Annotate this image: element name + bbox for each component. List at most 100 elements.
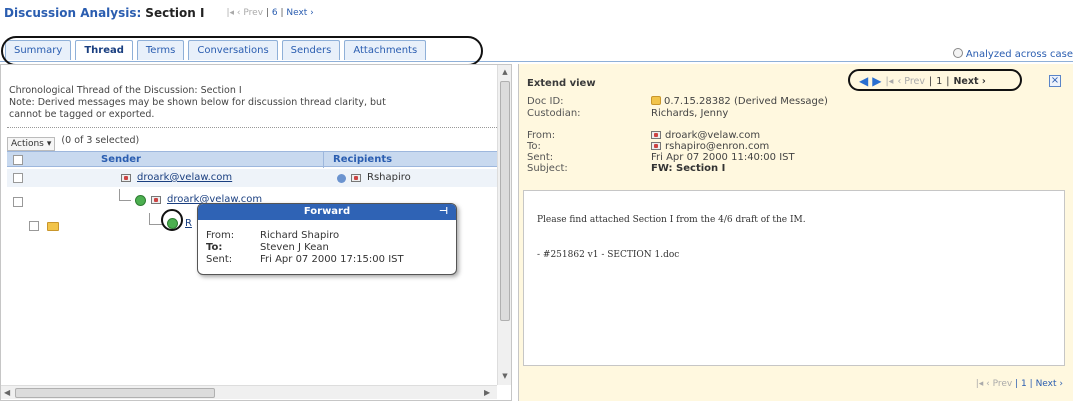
section-name: Section I: [145, 6, 205, 20]
vertical-scrollbar[interactable]: ▲ ▼: [497, 65, 511, 385]
table-row[interactable]: droark@velaw.com Rshapiro: [7, 169, 498, 187]
to-value: rshapiro@enron.com: [651, 141, 769, 152]
next-button[interactable]: Next ›: [953, 76, 985, 87]
attachment-line: - #251862 v1 - SECTION 1.doc: [537, 250, 680, 260]
first-page-button[interactable]: |◂: [226, 8, 234, 18]
pager-sep: |: [929, 75, 933, 87]
next-message-icon[interactable]: ▶: [872, 74, 881, 88]
prev-button[interactable]: ‹ Prev: [237, 8, 263, 18]
sent-value: Fri Apr 07 2000 17:15:00 IST: [260, 254, 404, 265]
analyzed-across-case-link[interactable]: Analyzed across case: [952, 48, 1073, 60]
email-icon: [651, 131, 661, 139]
scroll-thumb[interactable]: [15, 388, 215, 398]
pager-sep: |: [1029, 379, 1033, 389]
chevron-down-icon: ▾: [46, 139, 52, 149]
from-text: droark@velaw.com: [665, 130, 761, 141]
magnifier-icon: [952, 48, 963, 58]
horizontal-scrollbar[interactable]: ◀ ▶: [1, 385, 497, 399]
page-number: 1: [936, 75, 943, 87]
first-page-button[interactable]: |◂: [976, 379, 984, 389]
prev-button[interactable]: ‹ Prev: [986, 379, 1012, 389]
select-all-checkbox[interactable]: [13, 155, 23, 165]
from-label: From:: [206, 230, 235, 241]
document-icon: [651, 96, 661, 105]
tab-summary[interactable]: Summary: [5, 40, 72, 60]
next-button[interactable]: Next ›: [286, 8, 313, 18]
note-line: Note: Derived messages may be shown belo…: [9, 97, 386, 108]
to-text: rshapiro@enron.com: [665, 141, 770, 152]
panel-title: Extend view: [527, 78, 596, 89]
pin-icon[interactable]: ⊣: [439, 204, 448, 220]
subject-value: FW: Section I: [651, 163, 726, 174]
sent-label: Sent:: [527, 152, 554, 163]
bottom-pager: |◂ ‹ Prev | 1 | Next ›: [976, 379, 1063, 389]
folder-icon: [47, 222, 59, 231]
tooltip-header: Forward ⊣: [198, 204, 456, 220]
recipient-name: Rshapiro: [367, 172, 411, 183]
scroll-right-icon[interactable]: ▶: [484, 386, 490, 400]
scroll-up-icon[interactable]: ▲: [500, 67, 510, 77]
actions-bar: Actions ▾ (0 of 3 selected): [7, 134, 140, 151]
email-icon: [351, 174, 361, 182]
page-number: 6: [271, 8, 278, 18]
row-checkbox[interactable]: [13, 173, 23, 183]
to-label: To:: [206, 242, 223, 253]
grid-header: Sender Recipients: [7, 151, 498, 168]
thread-connector: [119, 189, 131, 201]
column-header-sender[interactable]: Sender: [101, 154, 141, 165]
tooltip-title: Forward: [303, 206, 351, 217]
email-icon: [121, 174, 131, 182]
from-label: From:: [527, 130, 556, 141]
scroll-thumb[interactable]: [500, 81, 510, 321]
selected-count: (0 of 3 selected): [61, 134, 140, 146]
docid-label: Doc ID:: [527, 96, 564, 107]
from-value: droark@velaw.com: [651, 130, 760, 141]
to-label: To:: [527, 141, 541, 152]
sender-link[interactable]: droark@velaw.com: [137, 172, 232, 183]
message-nav: ◀ ▶ |◂ ‹ Prev | 1 | Next ›: [859, 74, 986, 88]
body-line: Please find attached Section I from the …: [537, 215, 806, 225]
prev-button[interactable]: ‹ Prev: [897, 76, 925, 87]
subject-label: Subject:: [527, 163, 568, 174]
header-pager: |◂ ‹ Prev | 6 | Next ›: [226, 8, 313, 18]
row-checkbox[interactable]: [13, 197, 23, 207]
tab-bar: Summary Thread Terms Conversations Sende…: [5, 40, 427, 60]
to-value: Steven J Kean: [260, 242, 329, 253]
close-button[interactable]: ×: [1049, 75, 1061, 87]
docid-value: 0.7.15.28382 (Derived Message): [651, 96, 828, 107]
forward-icon: [135, 195, 146, 206]
tab-terms[interactable]: Terms: [136, 40, 185, 60]
first-page-button[interactable]: |◂: [885, 76, 893, 87]
tab-attachments[interactable]: Attachments: [344, 40, 427, 60]
custodian-label: Custodian:: [527, 108, 581, 119]
tab-conversations[interactable]: Conversations: [188, 40, 278, 60]
row-checkbox[interactable]: [29, 221, 39, 231]
column-header-recipients[interactable]: Recipients: [333, 154, 392, 165]
page-title: Discussion Analysis:: [4, 6, 142, 20]
note-line: Chronological Thread of the Discussion: …: [9, 85, 242, 96]
tab-thread[interactable]: Thread: [75, 40, 133, 60]
pager-sep: |: [946, 75, 950, 87]
column-divider: [323, 152, 324, 168]
docid-text: 0.7.15.28382 (Derived Message): [664, 96, 828, 107]
email-icon: [651, 142, 661, 150]
email-icon: [151, 196, 161, 204]
message-body: Please find attached Section I from the …: [523, 190, 1065, 366]
scroll-down-icon[interactable]: ▼: [500, 371, 510, 381]
sent-label: Sent:: [206, 254, 233, 265]
next-button[interactable]: Next ›: [1036, 379, 1063, 389]
actions-label: Actions: [11, 139, 44, 149]
extend-view-panel: Extend view ◀ ▶ |◂ ‹ Prev | 1 | Next › ×…: [518, 64, 1073, 401]
tab-senders[interactable]: Senders: [281, 40, 341, 60]
recipients-icon: [337, 174, 346, 183]
page-header: Discussion Analysis: Section I |◂ ‹ Prev…: [4, 4, 314, 22]
note-line: cannot be tagged or exported.: [9, 109, 155, 120]
tab-underline: [0, 61, 1073, 62]
scroll-left-icon[interactable]: ◀: [4, 386, 10, 400]
actions-dropdown[interactable]: Actions ▾: [7, 137, 56, 151]
sent-value: Fri Apr 07 2000 11:40:00 IST: [651, 152, 795, 163]
first-message-icon[interactable]: ◀: [859, 74, 868, 88]
pager-sep: |: [1015, 379, 1019, 389]
sender-link[interactable]: R: [185, 218, 192, 229]
forward-tooltip: Forward ⊣ From: Richard Shapiro To: Stev…: [197, 203, 457, 275]
